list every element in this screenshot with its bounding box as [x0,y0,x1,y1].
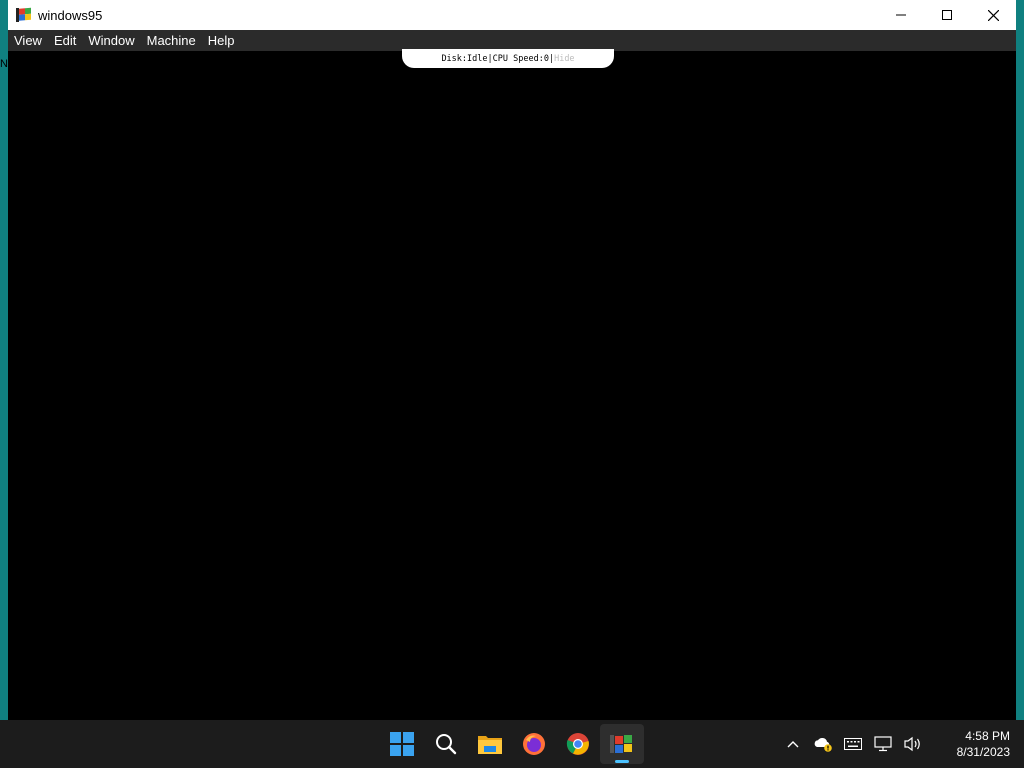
file-explorer-button[interactable] [468,724,512,764]
menu-view[interactable]: View [8,30,48,51]
menu-machine[interactable]: Machine [141,30,202,51]
cpu-label: CPU Speed: [492,53,544,64]
app-window: windows95 View Edit Window Machine Help … [8,0,1016,720]
active-indicator [615,760,629,763]
system-tray: 4:58 PM 8/31/2023 [778,720,1024,768]
taskbar: 4:58 PM 8/31/2023 [0,720,1024,768]
search-icon [436,734,457,755]
taskbar-apps [380,720,644,768]
search-button[interactable] [424,724,468,764]
disk-label: Disk: [441,53,468,64]
minimize-button[interactable] [878,0,924,30]
menu-edit[interactable]: Edit [48,30,82,51]
volume-button[interactable] [898,724,928,764]
hide-button[interactable]: Hide [554,54,574,64]
chrome-button[interactable] [556,724,600,764]
clock-time: 4:58 PM [965,729,1010,743]
emulator-screen[interactable]: Disk: Idle | CPU Speed: 0 | Hide [8,49,1016,720]
keyboard-button[interactable] [838,724,868,764]
start-icon [390,732,414,756]
chrome-icon [566,733,589,755]
show-hidden-icons-button[interactable] [778,724,808,764]
windows95-app-icon [16,7,32,23]
volume-icon [904,736,920,752]
minimize-icon [896,14,906,16]
taskbar-clock[interactable]: 4:58 PM 8/31/2023 [928,728,1024,760]
start-button[interactable] [380,724,424,764]
title-bar[interactable]: windows95 [8,0,1016,30]
chevron-up-icon [787,741,799,748]
menu-bar: View Edit Window Machine Help [8,30,1016,51]
menu-help[interactable]: Help [202,30,241,51]
onedrive-warning-icon [814,737,832,752]
edge-glyph: N [0,58,8,70]
firefox-button[interactable] [512,724,556,764]
network-button[interactable] [868,724,898,764]
status-bar: Disk: Idle | CPU Speed: 0 | Hide [402,49,614,68]
firefox-icon [523,733,545,755]
disk-status: Idle [467,53,488,64]
close-icon [987,9,999,21]
menu-window[interactable]: Window [82,30,140,51]
file-explorer-icon [478,736,502,754]
onedrive-button[interactable] [808,724,838,764]
keyboard-icon [844,738,862,750]
close-button[interactable] [970,0,1016,30]
windows95-taskbar-button[interactable] [600,724,644,764]
maximize-button[interactable] [924,0,970,30]
network-icon [874,736,892,752]
window-title: windows95 [38,7,103,23]
clock-date: 8/31/2023 [956,745,1010,759]
windows95-app-icon [610,735,632,753]
maximize-icon [942,10,952,20]
